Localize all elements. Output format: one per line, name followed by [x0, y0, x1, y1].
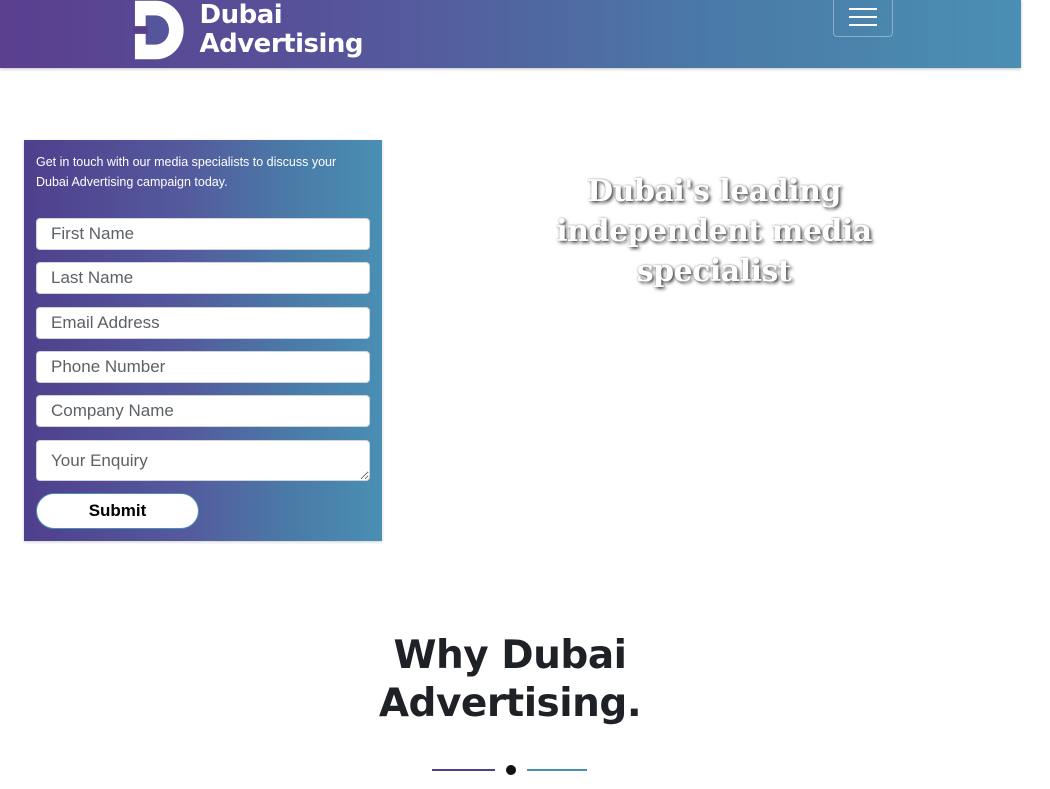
top-navbar: Dubai Advertising [0, 0, 1021, 68]
why-section-title: Why Dubai Advertising. [360, 632, 660, 728]
email-address-input[interactable] [36, 307, 370, 339]
brand-name-line2: Advertising [199, 29, 364, 59]
company-name-input[interactable] [36, 395, 370, 427]
why-title-line1: Why Dubai [393, 633, 627, 678]
why-title-line2: Advertising. [378, 681, 642, 726]
divider-dot [506, 765, 516, 775]
page: Dubai Advertising Get in touch with our … [0, 0, 1050, 789]
contact-form: Get in touch with our media specialists … [24, 140, 382, 541]
menu-toggle-button[interactable] [833, 0, 893, 37]
section-divider [432, 764, 588, 776]
letter-d-logo-icon [133, 0, 184, 60]
brand-logo[interactable]: Dubai Advertising [133, 0, 363, 62]
phone-number-input[interactable] [36, 351, 370, 383]
brand-name-line1: Dubai [199, 0, 283, 30]
first-name-input[interactable] [36, 218, 370, 250]
hamburger-menu-icon [849, 7, 877, 26]
submit-button[interactable]: Submit [36, 493, 199, 529]
divider-line-right [527, 769, 587, 771]
enquiry-textarea[interactable] [36, 440, 370, 481]
divider-line-left [432, 769, 495, 771]
brand-name: Dubai Advertising [200, 1, 364, 59]
form-intro-text: Get in touch with our media specialists … [36, 155, 337, 189]
hero-heading: Dubai's leading independent media specia… [556, 174, 872, 289]
last-name-input[interactable] [36, 262, 370, 294]
